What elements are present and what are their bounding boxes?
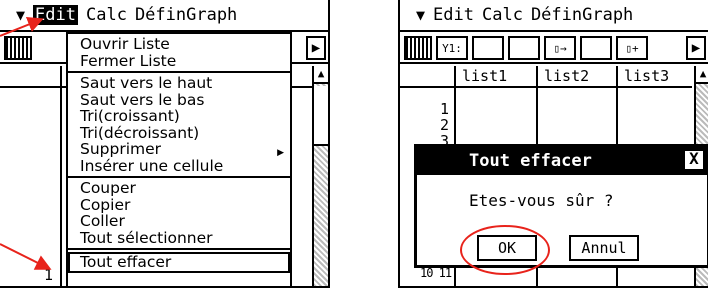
- ok-highlight-circle: [460, 225, 550, 275]
- arrow-to-tout-effacer: [0, 243, 52, 270]
- annotation-overlay: [0, 17, 550, 275]
- arrow-to-edit-menu: [0, 17, 44, 37]
